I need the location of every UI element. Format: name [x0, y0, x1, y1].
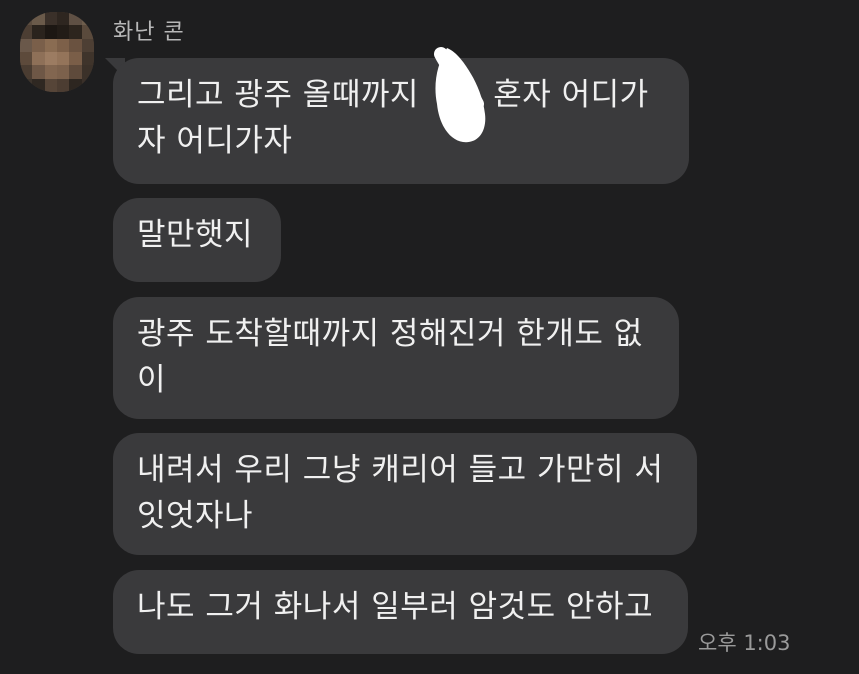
- sender-name: 화난 콘: [113, 20, 185, 45]
- message-bubble[interactable]: 말만햇지: [113, 198, 281, 282]
- sender-avatar[interactable]: [20, 12, 94, 92]
- message-bubble[interactable]: 그리고 광주 올때까지 혼자 어디가 자 어디가자: [113, 58, 689, 184]
- message-timestamp: 오후 1:03: [698, 631, 791, 655]
- message-line: 그리고 광주 올때까지 혼자 어디가: [137, 72, 665, 118]
- message-line: 광주 도착할때까지 정해진거 한개도 없: [137, 316, 643, 352]
- message-bubble[interactable]: 광주 도착할때까지 정해진거 한개도 없 이: [113, 297, 679, 419]
- message-line: 말만햇지: [137, 217, 254, 253]
- message-line: 잇엇자나: [137, 498, 254, 534]
- message-text: 그리고 광주 올때까지: [137, 77, 430, 113]
- message-line: 내려서 우리 그냥 캐리어 들고 가만히 서: [137, 452, 664, 488]
- message-bubble[interactable]: 나도 그거 화나서 일부러 암것도 안하고: [113, 570, 688, 654]
- message-text: 혼자 어디가: [493, 77, 649, 113]
- message-line: 나도 그거 화나서 일부러 암것도 안하고: [137, 589, 654, 625]
- message-line: 이: [137, 362, 167, 398]
- message-bubble[interactable]: 내려서 우리 그냥 캐리어 들고 가만히 서 잇엇자나: [113, 433, 697, 555]
- message-line: 자 어디가자: [137, 123, 293, 159]
- blurred-profile-photo-icon: [20, 12, 94, 92]
- censor-scribble-icon: [434, 47, 486, 143]
